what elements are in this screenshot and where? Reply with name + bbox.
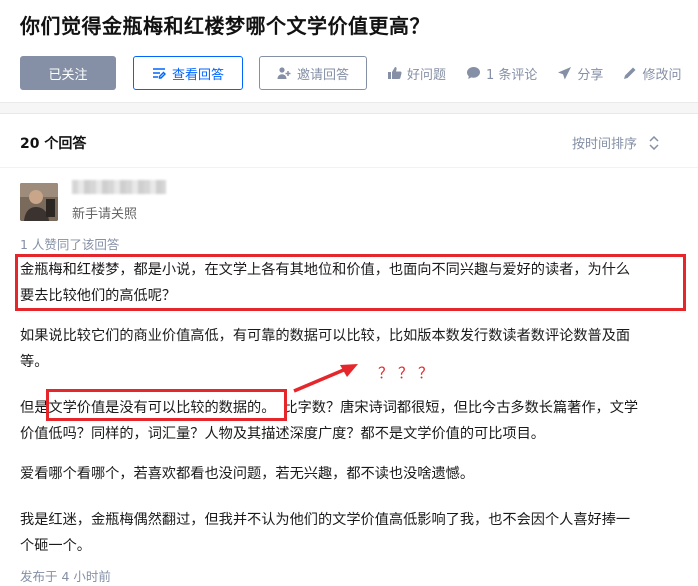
share-button[interactable]: 分享 (557, 64, 603, 83)
paragraph-line: 我是红迷，金瓶梅偶然翻过，但我并不认为他们的文学价值高低影响了我，也不会因个人喜… (20, 512, 631, 528)
answer-list-header: 20 个回答 按时间排序 (0, 114, 698, 168)
answer-paragraph-4: 爱看哪个看哪个，若喜欢都看也没问题，若无兴趣，都不读也没啥遗憾。 (20, 461, 680, 487)
annotation-box-2 (46, 389, 287, 421)
author-bio: 新手请关照 (72, 207, 138, 222)
sort-label: 按时间排序 (572, 137, 638, 152)
sort-toggle[interactable]: 按时间排序 (572, 133, 659, 152)
sort-icon (649, 135, 659, 150)
paragraph-line: 爱看哪个看哪个，若喜欢都看也没问题，若无兴趣，都不读也没啥遗憾。 (20, 466, 475, 482)
good-question-label: 好问题 (407, 67, 447, 83)
comments-label: 1 条评论 (486, 67, 538, 83)
publish-time[interactable]: 发布于 4 小时前 (20, 566, 111, 585)
paragraph-line: 价值低吗？同样的，词汇量？人物及其描述深度广度？都不是文学价值的可比项目。 (20, 426, 545, 442)
comments-button[interactable]: 1 条评论 (466, 64, 537, 83)
answer-count: 20 个回答 (20, 136, 87, 152)
pen-icon (152, 66, 166, 80)
share-label: 分享 (577, 67, 604, 83)
question-header: 你们觉得金瓶梅和红楼梦哪个文学价值更高？ 已关注 查看回答 邀请回答 好问题 1… (0, 0, 698, 103)
view-answers-button[interactable]: 查看回答 (133, 56, 243, 90)
add-user-icon (277, 66, 291, 80)
good-question-button[interactable]: 好问题 (387, 64, 446, 83)
invite-answer-button[interactable]: 邀请回答 (259, 56, 367, 90)
share-icon (557, 66, 572, 80)
edit-question-button[interactable]: 修改问 (623, 64, 681, 83)
paragraph-line: 个砸一个。 (20, 538, 91, 554)
annotation-box-1 (15, 254, 686, 311)
annotation-arrow (292, 359, 362, 397)
question-title: 你们觉得金瓶梅和红楼梦哪个文学价值更高？ (20, 14, 430, 38)
annotation-question-marks: ？？？ (378, 364, 439, 382)
paragraph-line: 如果说比较它们的商业价值高低，有可靠的数据可以比较，比如版本数发行数读者数评论数… (20, 328, 631, 344)
followed-label: 已关注 (48, 67, 88, 83)
question-actions: 已关注 查看回答 邀请回答 好问题 1 条评论 分享 修改问 (20, 56, 681, 90)
answer-paragraph-5: 我是红迷，金瓶梅偶然翻过，但我并不认为他们的文学价值高低影响了我，也不会因个人喜… (20, 507, 680, 559)
edit-question-label: 修改问 (642, 67, 682, 83)
avatar[interactable] (20, 183, 58, 221)
author-name[interactable] (72, 180, 166, 194)
comment-icon (466, 66, 481, 80)
view-answers-label: 查看回答 (171, 67, 224, 83)
paragraph-rest: 比字数？唐宋诗词都很短，但比今古多数长篇著作，文学 (283, 400, 639, 416)
paragraph-prefix: 但是 (20, 400, 49, 416)
vote-count: 1 人赞同了该回答 (20, 237, 120, 252)
invite-answer-label: 邀请回答 (296, 67, 349, 83)
followed-button[interactable]: 已关注 (20, 56, 116, 90)
thumbs-up-icon (387, 66, 402, 80)
edit-icon (623, 66, 637, 80)
